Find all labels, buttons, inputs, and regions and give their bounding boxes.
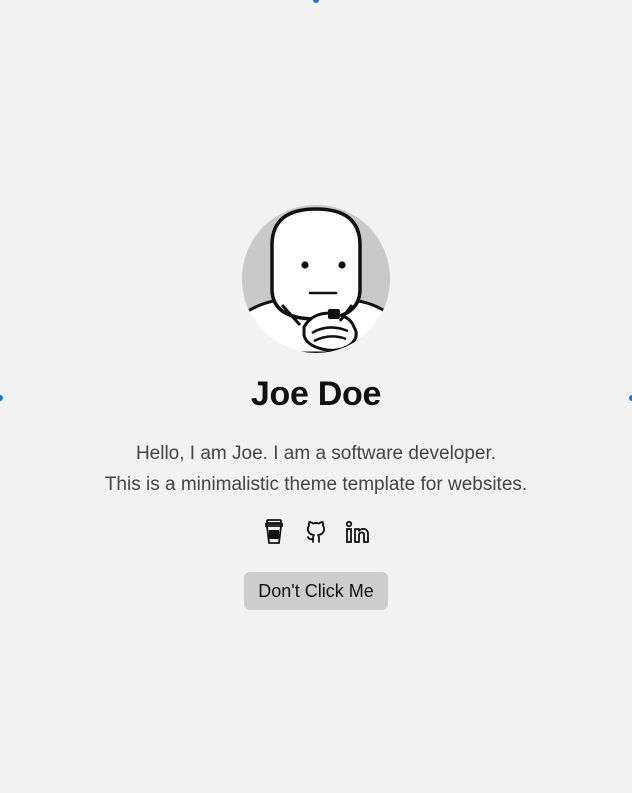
avatar-illustration — [242, 205, 390, 353]
bio-line-1: Hello, I am Joe. I am a software develop… — [135, 443, 497, 464]
linkedin-link[interactable] — [345, 518, 371, 546]
profile-card: Joe Doe Hello, I am Joe. I am a software… — [0, 205, 632, 610]
coffee-cup-icon — [265, 519, 283, 544]
coffee-link[interactable] — [261, 518, 287, 546]
github-link[interactable] — [303, 518, 329, 546]
bio-line-2: This is a minimalistic theme template fo… — [104, 474, 528, 495]
profile-bio: Hello, I am Joe. I am a software develop… — [105, 438, 527, 500]
edge-marker-top — [313, 0, 319, 3]
social-links — [261, 518, 371, 546]
github-icon — [306, 521, 326, 543]
dont-click-button[interactable]: Don't Click Me — [244, 572, 388, 610]
linkedin-icon — [345, 520, 369, 543]
avatar — [242, 205, 390, 353]
profile-name: Joe Doe — [250, 375, 382, 413]
